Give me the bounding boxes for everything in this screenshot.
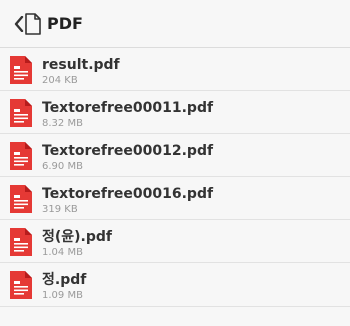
- file-row[interactable]: Textorefree00012.pdf 6.90 MB: [0, 134, 350, 177]
- file-name: 정.pdf: [42, 272, 87, 288]
- file-row[interactable]: Textorefree00011.pdf 8.32 MB: [0, 91, 350, 134]
- file-size: 319 KB: [42, 204, 78, 215]
- pdf-file-icon: [10, 99, 32, 127]
- file-row[interactable]: Textorefree00016.pdf 319 KB: [0, 177, 350, 220]
- app-header: PDF: [0, 0, 350, 48]
- chevron-left-icon[interactable]: [14, 16, 24, 32]
- file-name: Textorefree00012.pdf: [42, 143, 214, 159]
- file-size: 1.04 MB: [42, 247, 83, 258]
- file-row[interactable]: 정(윤).pdf 1.04 MB: [0, 220, 350, 263]
- pdf-file-icon: [10, 56, 32, 84]
- page-title: PDF: [47, 14, 83, 33]
- file-name: Textorefree00011.pdf: [42, 100, 214, 116]
- file-list: result.pdf 204 KB Textorefree00011.pdf 8…: [0, 48, 350, 307]
- file-name: Textorefree00016.pdf: [42, 186, 214, 202]
- pdf-file-icon: [10, 271, 32, 299]
- file-row[interactable]: result.pdf 204 KB: [0, 48, 350, 91]
- pdf-file-icon: [10, 142, 32, 170]
- pdf-file-icon: [10, 228, 32, 256]
- file-name: 정(윤).pdf: [42, 229, 113, 245]
- pdf-file-icon: [10, 185, 32, 213]
- document-outline-icon: [25, 13, 41, 35]
- file-name: result.pdf: [42, 57, 120, 73]
- file-size: 204 KB: [42, 75, 78, 86]
- file-row[interactable]: 정.pdf 1.09 MB: [0, 263, 350, 307]
- file-size: 6.90 MB: [42, 161, 83, 172]
- file-size: 1.09 MB: [42, 290, 83, 301]
- file-size: 8.32 MB: [42, 118, 83, 129]
